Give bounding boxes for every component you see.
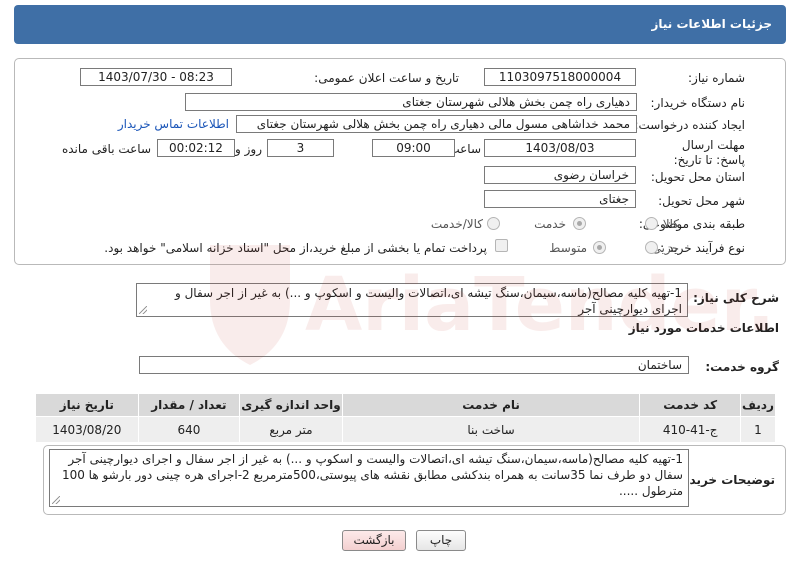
row-unit: متر مربع — [239, 416, 343, 443]
col-unit-header: واحد اندازه گیری — [239, 393, 343, 417]
row-name: ساخت بنا — [341, 416, 641, 443]
province-field: خراسان رضوی — [484, 166, 636, 184]
row-code: ج-41-410 — [639, 416, 741, 443]
services-table: ردیف کد خدمت نام خدمت واحد اندازه گیری ت… — [35, 393, 777, 443]
category-option-goods-label: کالا — [662, 217, 679, 231]
summary-text: 1-تهیه کلیه مصالح(ماسه،سیمان،سنگ تیشه ای… — [174, 286, 682, 316]
process-option-medium-label: متوسط — [549, 241, 587, 255]
province-label: استان محل تحویل: — [650, 170, 745, 184]
table-row: 1 ج-41-410 ساخت بنا متر مربع 640 1403/08… — [35, 416, 777, 443]
row-qty: 640 — [137, 416, 241, 443]
deadline-time-field: 09:00 — [372, 139, 455, 157]
city-field: جغتای — [484, 190, 636, 208]
row-date: 1403/08/20 — [35, 416, 139, 443]
buyer-notes-textarea[interactable]: 1-تهیه کلیه مصالح(ماسه،سیمان،سنگ تیشه ای… — [49, 449, 689, 507]
process-option-minor-radio[interactable] — [645, 241, 658, 254]
deadline-date-field: 1403/08/03 — [484, 139, 636, 157]
treasury-payment-checkbox[interactable] — [495, 239, 508, 252]
days-label: روز و — [235, 142, 262, 156]
page-title: جزئیات اطلاعات نیاز — [651, 17, 772, 31]
category-option-both-label: کالا/خدمت — [430, 217, 483, 231]
city-label: شهر محل تحویل: — [658, 194, 745, 208]
buyer-contact-link[interactable]: اطلاعات تماس خریدار — [118, 117, 229, 131]
buyer-org-label: نام دستگاه خریدار: — [650, 96, 746, 110]
remaining-time-field: 00:02:12 — [157, 139, 235, 157]
buyer-notes-resize-grip[interactable] — [52, 496, 60, 504]
buyer-notes-text: 1-تهیه کلیه مصالح(ماسه،سیمان،سنگ تیشه ای… — [61, 452, 683, 498]
services-section-title: اطلاعات خدمات مورد نیاز — [628, 321, 779, 335]
back-button[interactable]: بازگشت — [342, 530, 406, 551]
need-details-page: جزئیات اطلاعات نیاز شماره نیاز: 11030975… — [0, 0, 789, 566]
print-button[interactable]: چاپ — [416, 530, 466, 551]
col-index-header: ردیف — [739, 393, 777, 417]
row-index: 1 — [739, 416, 777, 443]
summary-label: شرح کلی نیاز: — [693, 291, 779, 305]
col-name-header: نام خدمت — [341, 393, 641, 417]
services-table-header: ردیف کد خدمت نام خدمت واحد اندازه گیری ت… — [35, 393, 777, 417]
header-bar: جزئیات اطلاعات نیاز — [14, 5, 786, 44]
category-option-goods-radio[interactable] — [645, 217, 658, 230]
process-option-medium-radio[interactable] — [593, 241, 606, 254]
category-option-both-radio[interactable] — [487, 217, 500, 230]
summary-resize-grip[interactable] — [139, 306, 147, 314]
announce-date-field: 1403/07/30 - 08:23 — [80, 68, 232, 86]
category-option-service-label: خدمت — [534, 217, 566, 231]
service-group-field: ساختمان — [139, 356, 689, 374]
creator-field: محمد خداشاهی مسول مالی دهیاری راه چمن بخ… — [236, 115, 637, 133]
col-qty-header: تعداد / مقدار — [137, 393, 241, 417]
treasury-payment-note: پرداخت تمام یا بخشی از مبلغ خرید،از محل … — [104, 241, 487, 255]
buyer-org-field: دهیاری راه چمن بخش هلالی شهرستان جغتای — [185, 93, 637, 111]
creator-label: ایجاد کننده درخواست: — [634, 118, 745, 132]
col-date-header: تاریخ نیاز — [35, 393, 139, 417]
days-remaining-field: 3 — [267, 139, 334, 157]
service-group-label: گروه خدمت: — [705, 360, 779, 374]
remaining-time-label: ساعت باقی مانده — [61, 142, 151, 156]
col-code-header: کد خدمت — [639, 393, 741, 417]
category-option-service-radio[interactable] — [573, 217, 586, 230]
need-number-field: 1103097518000004 — [484, 68, 636, 86]
need-number-label: شماره نیاز: — [688, 71, 745, 85]
summary-textarea[interactable]: 1-تهیه کلیه مصالح(ماسه،سیمان،سنگ تیشه ای… — [136, 283, 688, 317]
announce-date-label: تاریخ و ساعت اعلان عمومی: — [314, 71, 459, 85]
deadline-label: مهلت ارسال پاسخ: تا تاریخ: — [673, 138, 745, 167]
